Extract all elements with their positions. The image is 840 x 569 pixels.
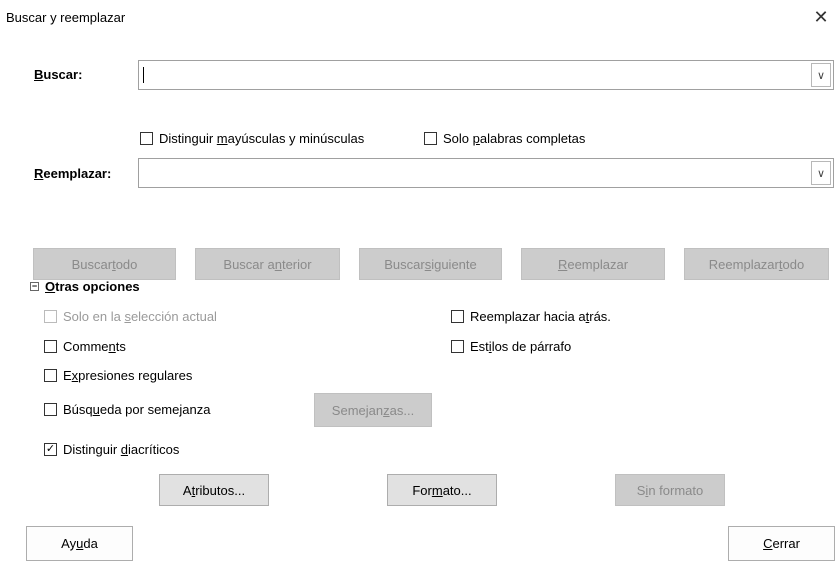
replace-label: Reemplazar: [34, 166, 112, 181]
checkbox-box[interactable] [451, 340, 464, 353]
checkbox-box[interactable] [451, 310, 464, 323]
other-options-expander[interactable]: − Otras opciones [30, 279, 140, 294]
search-combobox[interactable]: ∨ [138, 60, 834, 90]
checkbox-box[interactable] [44, 310, 57, 323]
help-button[interactable]: Ay u da [26, 526, 133, 561]
find-all-button[interactable]: Buscar t odo [33, 248, 176, 280]
diacritics-checkbox[interactable]: ✓ Distinguir diacríticos [44, 442, 179, 457]
dialog-title: Buscar y reemplazar [6, 10, 126, 25]
find-previous-button[interactable]: Buscar a n terior [195, 248, 340, 280]
similarity-search-checkbox[interactable]: Búsqueda por semejanza [44, 402, 210, 417]
replace-combobox[interactable]: ∨ [138, 158, 834, 188]
backwards-checkbox[interactable]: Reemplazar hacia atrás. [451, 309, 611, 324]
attributes-button[interactable]: At ributos... [159, 474, 269, 506]
checkbox-box[interactable] [44, 369, 57, 382]
similarities-button[interactable]: Semejan z as... [314, 393, 432, 427]
check-icon[interactable]: ✓ [44, 443, 57, 456]
comments-checkbox[interactable]: Comments [44, 339, 126, 354]
find-next-button[interactable]: Buscar s iguiente [359, 248, 502, 280]
chevron-down-icon[interactable]: ∨ [811, 63, 831, 87]
no-format-button[interactable]: Sin formato [615, 474, 725, 506]
whole-words-checkbox[interactable]: Solo palabras completas [424, 131, 585, 146]
match-case-checkbox[interactable]: Distinguir mayúsculas y minúsculas [140, 131, 364, 146]
current-selection-checkbox[interactable]: Solo en la selección actual [44, 309, 217, 324]
regex-checkbox[interactable]: Expresiones regulares [44, 368, 192, 383]
checkbox-box[interactable] [44, 403, 57, 416]
checkbox-box[interactable] [140, 132, 153, 145]
paragraph-styles-checkbox[interactable]: Estilos de párrafo [451, 339, 571, 354]
replace-button[interactable]: Reemplazar [521, 248, 665, 280]
chevron-down-icon[interactable]: ∨ [811, 161, 831, 185]
search-label: Buscar: [34, 67, 83, 82]
format-button[interactable]: For m ato... [387, 474, 497, 506]
collapse-icon[interactable]: − [30, 282, 39, 291]
replace-all-button[interactable]: Reemplazar t odo [684, 248, 829, 280]
checkbox-box[interactable] [424, 132, 437, 145]
close-button[interactable]: Cerrar [728, 526, 835, 561]
text-cursor [143, 67, 144, 83]
close-icon[interactable]: ✕ [806, 4, 836, 30]
checkbox-box[interactable] [44, 340, 57, 353]
